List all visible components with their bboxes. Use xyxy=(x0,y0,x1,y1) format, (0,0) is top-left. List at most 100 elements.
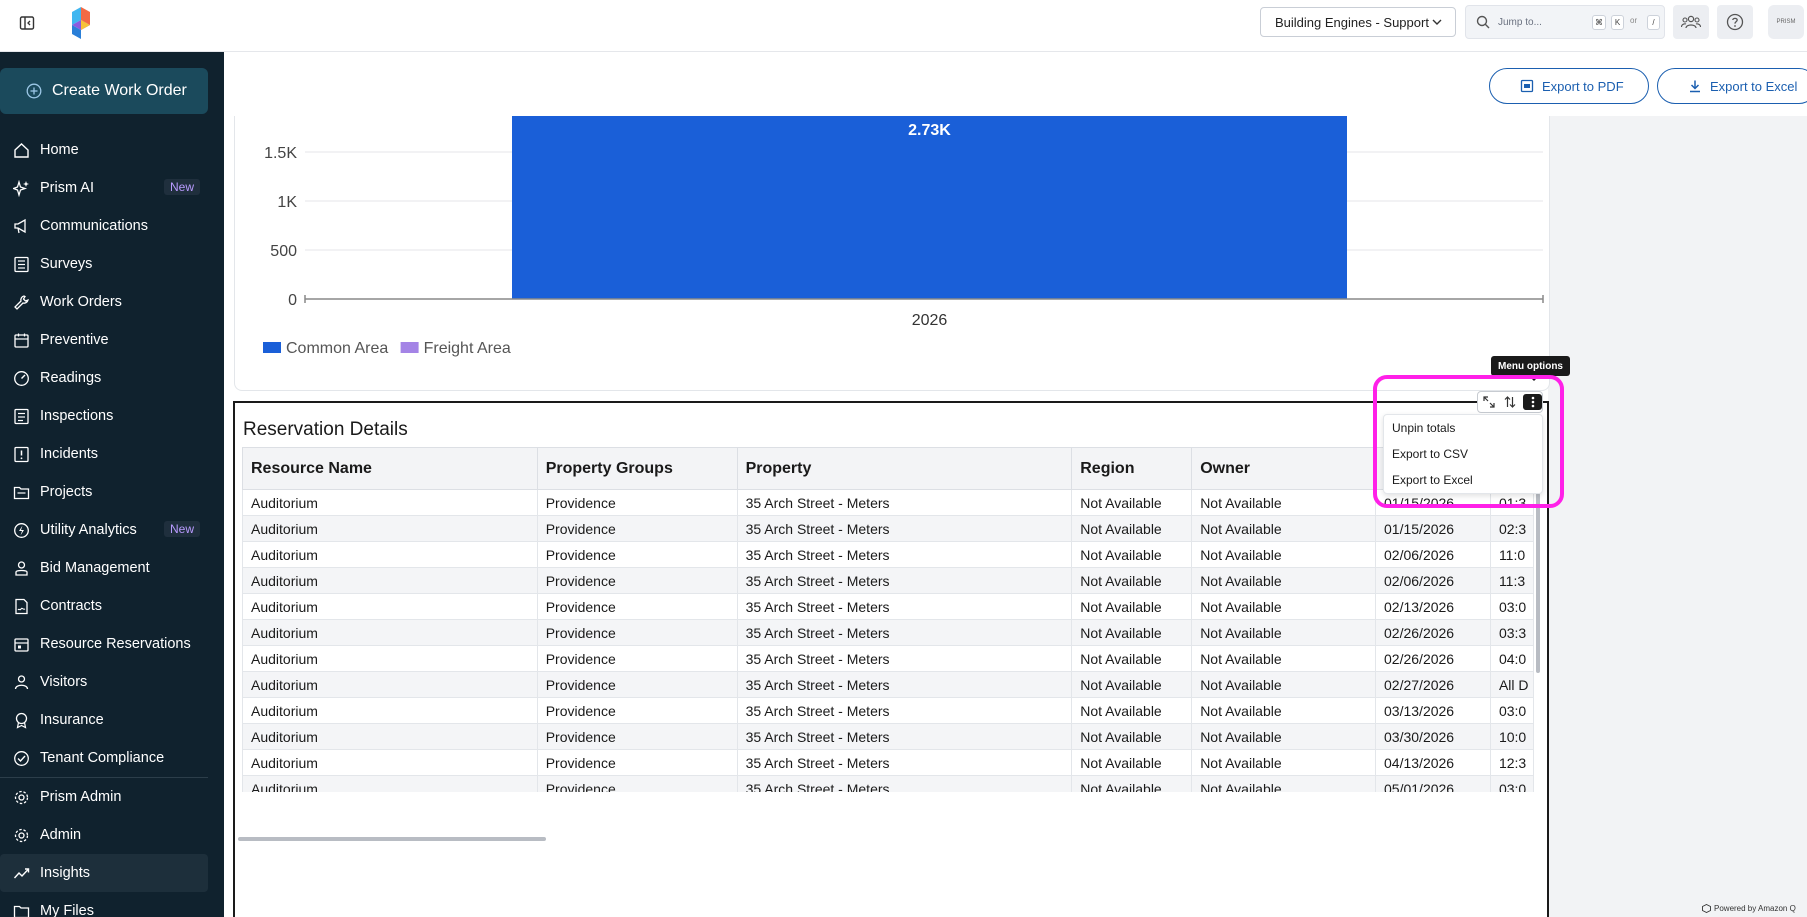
table-row[interactable]: Auditorium Providence 35 Arch Street - Met… xyxy=(242,723,1534,750)
column-header-resource-name[interactable]: Resource Name xyxy=(242,447,538,490)
jump-to-placeholder: Jump to... xyxy=(1498,16,1542,28)
sidebar-item-tenant-compliance[interactable]: Tenant Compliance xyxy=(0,739,224,777)
column-header-region[interactable]: Region xyxy=(1071,447,1193,490)
insurance-icon xyxy=(15,712,28,729)
export-to-pdf-button[interactable]: Export to PDF xyxy=(1489,68,1649,104)
sidebar-item-my-files[interactable]: My Files xyxy=(0,892,224,917)
menu-item-export-excel[interactable]: Export to Excel xyxy=(1384,467,1542,493)
table-row[interactable]: Auditorium Providence 35 Arch Street - Met… xyxy=(242,567,1534,594)
sidebar-item-contracts[interactable]: Contracts xyxy=(0,587,224,625)
sidebar-item-projects[interactable]: Projects xyxy=(0,473,224,511)
column-header-property[interactable]: Property xyxy=(736,447,1073,490)
export-to-excel-button[interactable]: Export to Excel xyxy=(1657,68,1807,104)
right-panel-background xyxy=(1548,116,1807,917)
sidebar-item-prism-ai[interactable]: Prism AI New xyxy=(0,169,224,207)
reservations-chart-card: 0 500 1K 1.5K 2.73K 2026 Common Area Freight Ar… xyxy=(234,116,1550,391)
sidebar-item-visitors[interactable]: Visitors xyxy=(0,663,224,701)
table-cell: 02/26/2026 xyxy=(1375,645,1491,672)
sidebar-toggle-icon[interactable] xyxy=(16,12,38,34)
sidebar-item-surveys[interactable]: Surveys xyxy=(0,245,224,283)
sidebar-item-prism-admin[interactable]: Prism Admin xyxy=(0,778,224,816)
table-cell: Not Available xyxy=(1071,619,1193,646)
table-cell: 35 Arch Street - Meters xyxy=(736,593,1073,620)
sidebar-item-work-orders[interactable]: Work Orders xyxy=(0,283,224,321)
legend-label: Common Area xyxy=(286,340,388,357)
legend-label: Freight Area xyxy=(424,340,511,357)
y-tick-label: 1K xyxy=(277,194,297,211)
menu-item-export-csv[interactable]: Export to CSV xyxy=(1384,441,1542,467)
sidebar-item-label: Preventive xyxy=(40,332,109,348)
vertical-scrollbar[interactable] xyxy=(1536,493,1540,673)
table-row[interactable]: Auditorium Providence 35 Arch Street - Met… xyxy=(242,749,1534,776)
table-row[interactable]: Auditorium Providence 35 Arch Street - Met… xyxy=(242,489,1534,516)
table-cell: 35 Arch Street - Meters xyxy=(736,671,1073,698)
sidebar-item-label: Bid Management xyxy=(40,560,150,576)
sidebar-item-communications[interactable]: Communications xyxy=(0,207,224,245)
table-row[interactable]: Auditorium Providence 35 Arch Street - Met… xyxy=(242,619,1534,646)
sidebar-item-preventive[interactable]: Preventive xyxy=(0,321,224,359)
sidebar-item-insights[interactable]: Insights xyxy=(0,854,208,892)
table-cell: 04:0 xyxy=(1489,645,1534,672)
sidebar-item-label: Prism AI xyxy=(40,180,94,196)
sidebar-item-label: Readings xyxy=(40,370,102,386)
sidebar-item-label: Communications xyxy=(40,218,148,234)
table-cell: 03:0 xyxy=(1489,697,1534,724)
sidebar-item-inspections[interactable]: Inspections xyxy=(0,397,224,435)
sidebar-item-home[interactable]: Home xyxy=(0,131,224,169)
menu-item-unpin-totals[interactable]: Unpin totals xyxy=(1384,415,1542,441)
table-row[interactable]: Auditorium Providence 35 Arch Street - Met… xyxy=(242,697,1534,724)
jump-to-search[interactable]: Jump to... ⌘ K or / xyxy=(1465,5,1665,39)
gauge-icon xyxy=(14,371,29,386)
table-row[interactable]: Auditorium Providence 35 Arch Street - Met… xyxy=(242,671,1534,698)
table-row[interactable]: Auditorium Providence 35 Arch Street - Met… xyxy=(242,593,1534,620)
team-icon[interactable] xyxy=(1673,5,1709,39)
table-cell: Not Available xyxy=(1191,567,1377,594)
column-header-property-groups[interactable]: Property Groups xyxy=(536,447,738,490)
table-cell: Not Available xyxy=(1071,671,1193,698)
table-cell: 35 Arch Street - Meters xyxy=(736,723,1073,750)
table-row[interactable]: Auditorium Providence 35 Arch Street - Met… xyxy=(242,541,1534,568)
sidebar-item-incidents[interactable]: Incidents xyxy=(0,435,224,473)
table-row[interactable]: Auditorium Providence 35 Arch Street - Met… xyxy=(242,775,1534,792)
table-cell: Not Available xyxy=(1191,489,1377,516)
table-title: Reservation Details xyxy=(243,419,408,440)
table-cell: Providence xyxy=(536,619,738,646)
table-cell: Not Available xyxy=(1191,645,1377,672)
sort-icon[interactable] xyxy=(1501,394,1519,410)
table-cell: All D xyxy=(1489,671,1534,698)
sidebar: Create Work Order Home Prism AI New Comm… xyxy=(0,52,224,917)
sidebar-item-label: Prism Admin xyxy=(40,789,122,805)
table-cell: Not Available xyxy=(1191,619,1377,646)
table-cell: Auditorium xyxy=(242,671,538,698)
prism-logo[interactable] xyxy=(68,6,94,40)
sidebar-item-insurance[interactable]: Insurance xyxy=(0,701,224,739)
table-cell: Not Available xyxy=(1071,645,1193,672)
expand-icon[interactable] xyxy=(1480,394,1498,410)
table-row[interactable]: Auditorium Providence 35 Arch Street - Met… xyxy=(242,515,1534,542)
sidebar-item-utility-analytics[interactable]: Utility Analytics New xyxy=(0,511,224,549)
bid-icon xyxy=(15,561,28,576)
create-work-order-button[interactable]: Create Work Order xyxy=(0,68,208,114)
sidebar-item-label: Surveys xyxy=(40,256,93,272)
help-icon[interactable] xyxy=(1717,5,1753,39)
sidebar-item-bid-management[interactable]: Bid Management xyxy=(0,549,224,587)
table-cell: 35 Arch Street - Meters xyxy=(736,697,1073,724)
table-cell: Not Available xyxy=(1071,593,1193,620)
menu-options-icon[interactable] xyxy=(1523,394,1542,410)
organization-select[interactable]: Building Engines - Support xyxy=(1260,7,1456,37)
table-cell: 03:3 xyxy=(1489,619,1534,646)
download-icon xyxy=(1690,80,1700,93)
horizontal-scrollbar[interactable] xyxy=(238,837,546,841)
create-work-order-label: Create Work Order xyxy=(52,82,187,99)
table-row[interactable]: Auditorium Providence 35 Arch Street - Met… xyxy=(242,645,1534,672)
sidebar-item-admin[interactable]: Admin xyxy=(0,816,224,854)
table-cell: 02/06/2026 xyxy=(1375,567,1491,594)
sidebar-item-readings[interactable]: Readings xyxy=(0,359,224,397)
table-cell: 02/06/2026 xyxy=(1375,541,1491,568)
export-to-excel-label: Export to Excel xyxy=(1710,78,1798,94)
sidebar-item-resource-reservations[interactable]: Resource Reservations xyxy=(0,625,224,663)
avatar[interactable]: PRISM xyxy=(1768,5,1804,39)
sidebar-item-label: Home xyxy=(40,142,79,158)
column-header-owner[interactable]: Owner xyxy=(1191,447,1377,490)
y-tick-label: 1.5K xyxy=(264,145,297,162)
